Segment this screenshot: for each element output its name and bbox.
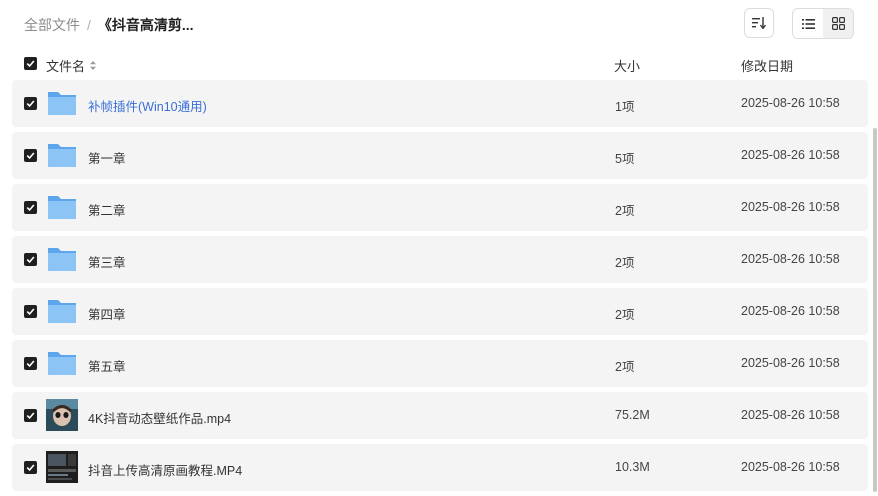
file-date: 2025-08-26 10:58 bbox=[741, 148, 840, 162]
sort-button[interactable] bbox=[744, 8, 774, 38]
folder-icon bbox=[48, 352, 76, 375]
checkmark-icon bbox=[26, 308, 35, 316]
file-size: 75.2M bbox=[615, 408, 650, 422]
file-row[interactable]: 第四章 2项 2025-08-26 10:58 bbox=[12, 288, 868, 335]
video-thumbnail-icon bbox=[46, 451, 78, 483]
file-date: 2025-08-26 10:58 bbox=[741, 356, 840, 370]
checkmark-icon bbox=[26, 360, 35, 368]
size-column-header[interactable]: 大小 bbox=[614, 56, 640, 75]
file-name-link[interactable]: 抖音上传高清原画教程.MP4 bbox=[88, 460, 242, 479]
name-column-label: 文件名 bbox=[46, 59, 86, 74]
file-row[interactable]: 第二章 2项 2025-08-26 10:58 bbox=[12, 184, 868, 231]
folder-icon bbox=[48, 248, 76, 271]
file-row[interactable]: 第一章 5项 2025-08-26 10:58 bbox=[12, 132, 868, 179]
name-column-header[interactable]: 文件名 bbox=[46, 56, 97, 75]
video-thumbnail-icon bbox=[46, 399, 78, 431]
folder-icon bbox=[48, 300, 76, 323]
row-checkbox[interactable] bbox=[24, 305, 37, 318]
file-name-link[interactable]: 第一章 bbox=[88, 148, 126, 167]
checkmark-icon bbox=[26, 464, 35, 472]
file-name-link[interactable]: 第二章 bbox=[88, 200, 126, 219]
file-name-link[interactable]: 第四章 bbox=[88, 304, 126, 323]
grid-view-button[interactable] bbox=[823, 9, 853, 38]
file-name-link[interactable]: 第三章 bbox=[88, 252, 126, 271]
sort-icon bbox=[752, 17, 766, 29]
folder-icon bbox=[48, 196, 76, 219]
folder-icon bbox=[48, 92, 76, 115]
file-row[interactable]: 第五章 2项 2025-08-26 10:58 bbox=[12, 340, 868, 387]
file-size: 2项 bbox=[615, 256, 635, 270]
row-checkbox[interactable] bbox=[24, 357, 37, 370]
file-date: 2025-08-26 10:58 bbox=[741, 200, 840, 214]
date-column-header[interactable]: 修改日期 bbox=[741, 56, 793, 75]
file-size: 2项 bbox=[615, 204, 635, 218]
file-row[interactable]: 补帧插件(Win10通用) 1项 2025-08-26 10:58 bbox=[12, 80, 868, 127]
file-size: 10.3M bbox=[615, 460, 650, 474]
folder-icon bbox=[48, 144, 76, 167]
file-size: 1项 bbox=[615, 100, 635, 114]
file-row[interactable]: 第三章 2项 2025-08-26 10:58 bbox=[12, 236, 868, 283]
file-size: 2项 bbox=[615, 308, 635, 322]
checkmark-icon bbox=[26, 412, 35, 420]
checkmark-icon bbox=[26, 100, 35, 108]
checkmark-icon bbox=[26, 152, 35, 160]
row-checkbox[interactable] bbox=[24, 253, 37, 266]
file-name-link[interactable]: 4K抖音动态壁纸作品.mp4 bbox=[88, 408, 231, 427]
list-view-button[interactable] bbox=[793, 9, 823, 38]
checkmark-icon bbox=[26, 256, 35, 264]
file-date: 2025-08-26 10:58 bbox=[741, 304, 840, 318]
checkmark-icon bbox=[26, 204, 35, 212]
file-row[interactable]: 抖音上传高清原画教程.MP4 10.3M 2025-08-26 10:58 bbox=[12, 444, 868, 491]
file-name-link[interactable]: 第五章 bbox=[88, 356, 126, 375]
select-all-checkbox[interactable] bbox=[24, 57, 37, 70]
file-list-header: 文件名 大小 修改日期 bbox=[12, 50, 868, 78]
row-checkbox[interactable] bbox=[24, 97, 37, 110]
row-checkbox[interactable] bbox=[24, 461, 37, 474]
file-size: 5项 bbox=[615, 152, 635, 166]
breadcrumb-separator: / bbox=[87, 17, 91, 33]
list-view-icon bbox=[801, 18, 815, 29]
vertical-scrollbar[interactable] bbox=[873, 128, 877, 492]
file-row[interactable]: 4K抖音动态壁纸作品.mp4 75.2M 2025-08-26 10:58 bbox=[12, 392, 868, 439]
file-size: 2项 bbox=[615, 360, 635, 374]
breadcrumb-root-link[interactable]: 全部文件 bbox=[24, 15, 80, 35]
checkmark-icon bbox=[26, 60, 35, 68]
file-date: 2025-08-26 10:58 bbox=[741, 252, 840, 266]
row-checkbox[interactable] bbox=[24, 201, 37, 214]
row-checkbox[interactable] bbox=[24, 409, 37, 422]
file-date: 2025-08-26 10:58 bbox=[741, 96, 840, 110]
breadcrumb-current: 《抖音高清剪... bbox=[97, 17, 194, 33]
file-date: 2025-08-26 10:58 bbox=[741, 408, 840, 422]
file-list: 补帧插件(Win10通用) 1项 2025-08-26 10:58 第一章 5项… bbox=[12, 80, 868, 496]
sort-toggle-icon bbox=[90, 61, 97, 70]
top-bar: 全部文件 / 《抖音高清剪... bbox=[0, 0, 878, 48]
file-name-link[interactable]: 补帧插件(Win10通用) bbox=[88, 96, 207, 115]
view-mode-toggle bbox=[792, 8, 854, 39]
breadcrumb: 全部文件 / 《抖音高清剪... bbox=[24, 15, 194, 35]
row-checkbox[interactable] bbox=[24, 149, 37, 162]
file-date: 2025-08-26 10:58 bbox=[741, 460, 840, 474]
grid-view-icon bbox=[831, 17, 845, 30]
